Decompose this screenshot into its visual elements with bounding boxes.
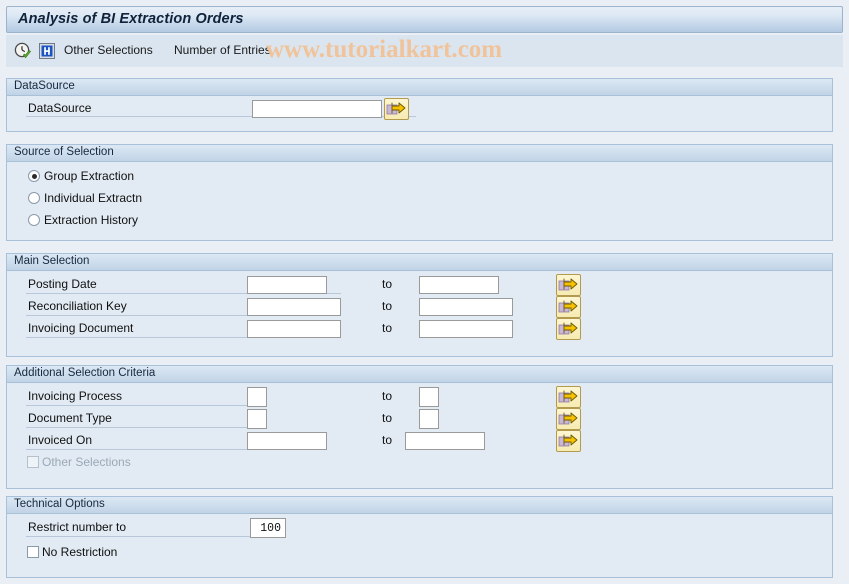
checkbox-unchecked-icon bbox=[27, 546, 39, 558]
radio-label-individual-extractn: Individual Extractn bbox=[44, 191, 143, 205]
section-title-source-of-selection: Source of Selection bbox=[14, 146, 114, 158]
page-title: Analysis of BI Extraction Orders bbox=[18, 11, 244, 27]
datasource-multiple-selection-button[interactable] bbox=[384, 98, 409, 120]
invoiced-on-multiple-selection-button[interactable] bbox=[556, 430, 581, 452]
radio-label-group-extraction: Group Extraction bbox=[44, 169, 135, 183]
reconciliation-key-from-input[interactable] bbox=[247, 298, 341, 316]
to-label: to bbox=[382, 411, 393, 425]
radio-unselected-icon bbox=[28, 214, 40, 226]
section-source-of-selection: Source of Selection Group Extraction Ind… bbox=[6, 144, 833, 241]
to-label: to bbox=[382, 299, 393, 313]
document-type-from-input[interactable] bbox=[247, 409, 267, 429]
document-type-to-input[interactable] bbox=[419, 409, 439, 429]
section-header-main-selection: Main Selection bbox=[7, 254, 832, 271]
label-posting-date: Posting Date bbox=[28, 277, 97, 291]
posting-date-multiple-selection-button[interactable] bbox=[556, 274, 581, 296]
clock-check-icon[interactable] bbox=[14, 42, 32, 60]
toolbar: Other Selections Number of Entries www.t… bbox=[6, 35, 843, 67]
invoicing-process-multiple-selection-button[interactable] bbox=[556, 386, 581, 408]
section-technical-options: Technical Options Restrict number to No … bbox=[6, 496, 833, 578]
section-header-source-of-selection: Source of Selection bbox=[7, 145, 832, 162]
section-title-additional-selection-criteria: Additional Selection Criteria bbox=[14, 367, 156, 379]
invoicing-process-from-input[interactable] bbox=[247, 387, 267, 407]
section-title-datasource: DataSource bbox=[14, 80, 75, 92]
posting-date-from-input[interactable] bbox=[247, 276, 327, 294]
reconciliation-key-multiple-selection-button[interactable] bbox=[556, 296, 581, 318]
toolbar-other-selections-button[interactable]: Other Selections bbox=[64, 43, 153, 57]
reconciliation-key-to-input[interactable] bbox=[419, 298, 513, 316]
radio-label-extraction-history: Extraction History bbox=[44, 213, 139, 227]
section-title-technical-options: Technical Options bbox=[14, 498, 105, 510]
label-invoicing-process: Invoicing Process bbox=[28, 389, 123, 403]
label-invoicing-document: Invoicing Document bbox=[28, 321, 134, 335]
to-label: to bbox=[382, 433, 393, 447]
section-additional-selection-criteria: Additional Selection Criteria Invoicing … bbox=[6, 365, 833, 489]
radio-selected-icon bbox=[28, 170, 40, 182]
datasource-input[interactable] bbox=[252, 100, 382, 118]
section-main-selection: Main Selection Posting Date to Reconcili… bbox=[6, 253, 833, 357]
invoiced-on-from-input[interactable] bbox=[247, 432, 327, 450]
label-restrict-number-to: Restrict number to bbox=[28, 520, 127, 534]
label-reconciliation-key: Reconciliation Key bbox=[28, 299, 127, 313]
checkbox-label-other-selections: Other Selections bbox=[42, 455, 131, 469]
section-header-datasource: DataSource bbox=[7, 79, 832, 96]
document-type-multiple-selection-button[interactable] bbox=[556, 408, 581, 430]
restrict-number-input[interactable] bbox=[250, 518, 286, 538]
label-invoiced-on: Invoiced On bbox=[28, 433, 93, 447]
row-divider bbox=[26, 449, 251, 450]
section-header-additional-selection-criteria: Additional Selection Criteria bbox=[7, 366, 832, 383]
watermark-text: www.tutorialkart.com bbox=[266, 36, 503, 63]
row-divider bbox=[26, 536, 281, 537]
row-divider bbox=[26, 405, 251, 406]
to-label: to bbox=[382, 389, 393, 403]
radio-unselected-icon bbox=[28, 192, 40, 204]
checkbox-label-no-restriction: No Restriction bbox=[42, 545, 118, 559]
toolbar-number-of-entries-button[interactable]: Number of Entries bbox=[174, 43, 271, 57]
invoicing-document-from-input[interactable] bbox=[247, 320, 341, 338]
invoicing-document-to-input[interactable] bbox=[419, 320, 513, 338]
to-label: to bbox=[382, 277, 393, 291]
to-label: to bbox=[382, 321, 393, 335]
row-divider bbox=[26, 427, 251, 428]
invoicing-process-to-input[interactable] bbox=[419, 387, 439, 407]
label-document-type: Document Type bbox=[28, 411, 112, 425]
checkbox-unchecked-icon bbox=[27, 456, 39, 468]
section-header-technical-options: Technical Options bbox=[7, 497, 832, 514]
info-icon[interactable] bbox=[38, 42, 56, 60]
posting-date-to-input[interactable] bbox=[419, 276, 499, 294]
section-title-main-selection: Main Selection bbox=[14, 255, 90, 267]
section-datasource: DataSource DataSource bbox=[6, 78, 833, 132]
label-datasource: DataSource bbox=[28, 101, 92, 115]
invoiced-on-to-input[interactable] bbox=[405, 432, 485, 450]
invoicing-document-multiple-selection-button[interactable] bbox=[556, 318, 581, 340]
window-title-bar: Analysis of BI Extraction Orders bbox=[6, 6, 843, 33]
